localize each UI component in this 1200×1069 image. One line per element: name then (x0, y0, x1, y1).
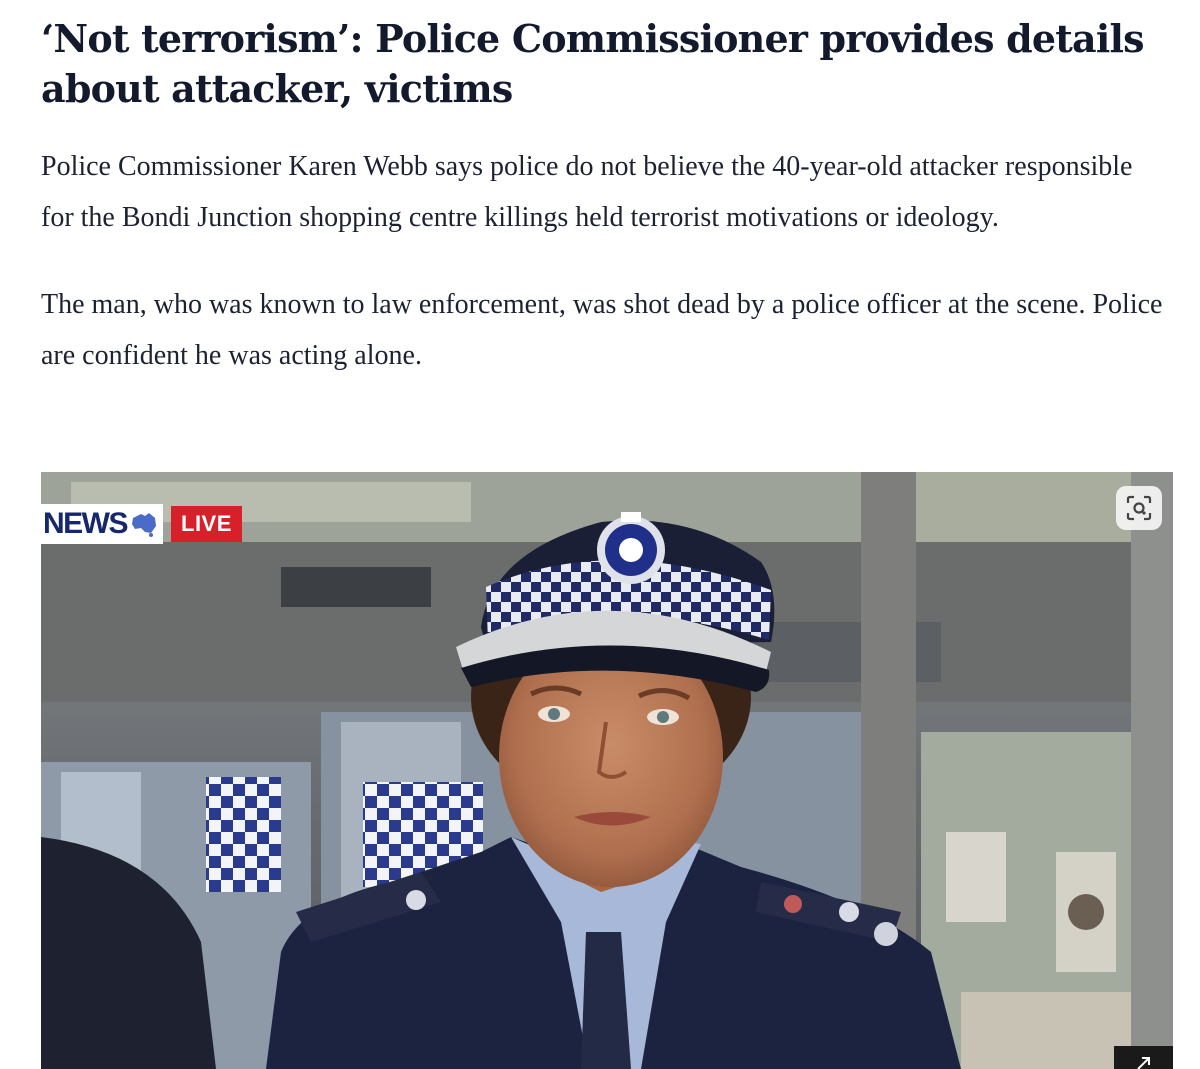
video-still[interactable]: NEWS LIVE (41, 472, 1173, 1069)
article-paragraph-2: The man, who was known to law enforcemen… (41, 289, 1163, 371)
australia-map-icon (132, 513, 156, 537)
news-channel-logo-text: NEWS (43, 507, 129, 540)
news-channel-logo: NEWS (41, 504, 163, 544)
image-search-button[interactable] (1116, 486, 1162, 530)
article-headline: ‘Not terrorism’: Police Commissioner pro… (41, 16, 1145, 111)
live-badge: LIVE (171, 506, 242, 542)
article-paragraph-1: Police Commissioner Karen Webb says poli… (41, 151, 1133, 233)
image-search-icon (1126, 495, 1152, 521)
article: ‘Not terrorism’: Police Commissioner pro… (41, 0, 1173, 381)
expand-arrow-icon (1136, 1057, 1150, 1069)
expand-video-button[interactable] (1114, 1046, 1173, 1069)
press-conference-photo (41, 472, 1173, 1069)
news-channel-bug: NEWS LIVE (41, 504, 242, 544)
